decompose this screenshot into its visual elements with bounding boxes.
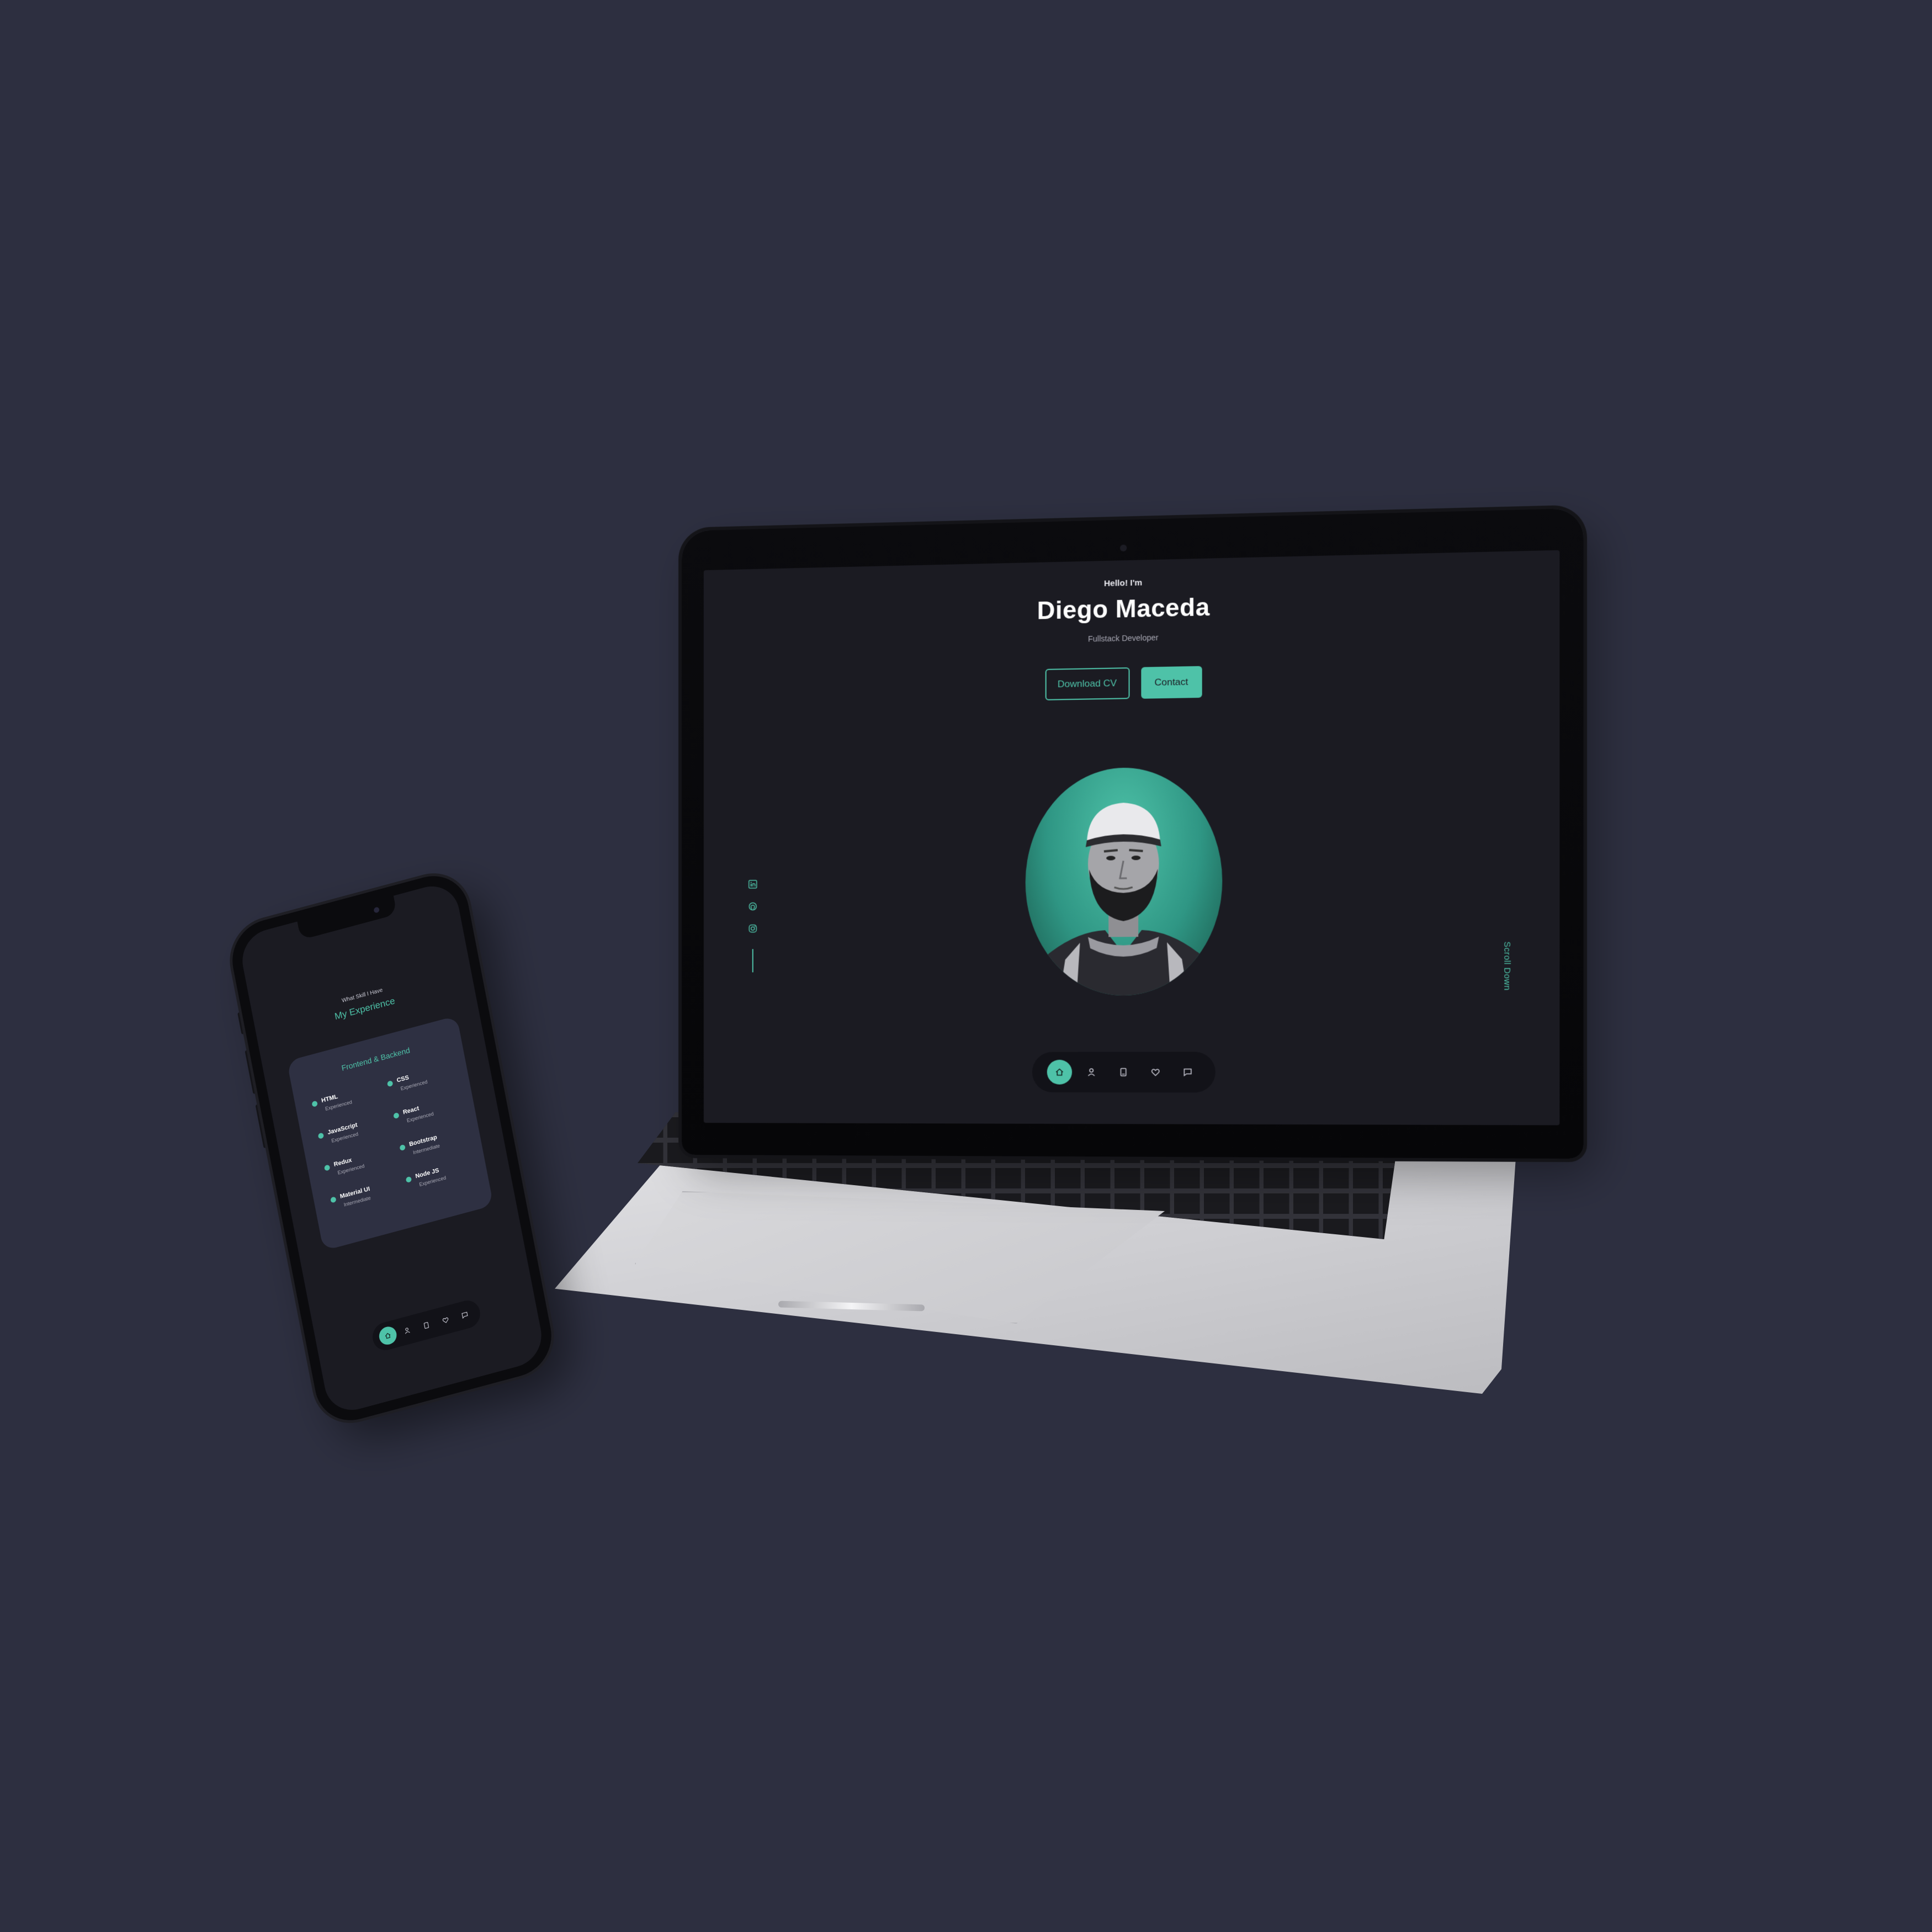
check-icon [399, 1144, 406, 1151]
skill-item: Node JS Experienced [405, 1158, 476, 1190]
camera-icon [1119, 544, 1127, 552]
message-icon[interactable] [455, 1304, 475, 1326]
social-links [748, 879, 758, 973]
skill-item: CSS Experienced [386, 1062, 457, 1095]
message-icon[interactable] [1175, 1060, 1200, 1085]
avatar [1025, 766, 1222, 996]
check-icon [323, 1164, 331, 1171]
heart-icon[interactable] [436, 1309, 456, 1331]
skill-item: HTML Experienced [311, 1082, 382, 1114]
phone-bottom-nav [370, 1297, 482, 1354]
social-divider [752, 949, 753, 973]
contact-button[interactable]: Contact [1140, 666, 1202, 699]
book-icon[interactable] [1111, 1060, 1136, 1085]
hero-section: Hello! I'm Diego Maceda Fullstack Develo… [704, 550, 1560, 1126]
check-icon [311, 1100, 318, 1107]
laptop-screen: Hello! I'm Diego Maceda Fullstack Develo… [703, 550, 1560, 1126]
user-icon[interactable] [397, 1319, 417, 1341]
home-icon[interactable] [1047, 1059, 1072, 1085]
home-icon[interactable] [378, 1324, 399, 1347]
skill-item: Bootstrap Intermediate [399, 1126, 470, 1158]
instagram-icon[interactable] [748, 923, 758, 933]
user-icon[interactable] [1079, 1060, 1103, 1085]
check-icon [330, 1196, 337, 1203]
check-icon [317, 1132, 325, 1139]
bottom-nav [1032, 1052, 1216, 1093]
check-icon [393, 1112, 400, 1119]
experience-subtitle: What Skill I Have [341, 987, 384, 1004]
laptop-lid: Hello! I'm Diego Maceda Fullstack Develo… [682, 508, 1584, 1159]
skill-item: Material UI Intermediate [330, 1178, 401, 1211]
skills-card: Frontend & Backend HTML Experienced CSS Ex… [286, 1015, 494, 1251]
download-cv-button[interactable]: Download CV [1045, 667, 1130, 700]
hero-buttons: Download CV Contact [704, 660, 1560, 707]
phone-device: What Skill I Have My Experience Frontend… [226, 867, 558, 1429]
heart-icon[interactable] [1143, 1060, 1168, 1085]
github-icon[interactable] [748, 901, 758, 911]
skills-grid: HTML Experienced CSS Experienced JavaScrip… [311, 1062, 476, 1211]
check-icon [386, 1080, 394, 1087]
scroll-down-link[interactable]: Scroll Down [1502, 942, 1512, 991]
book-icon[interactable] [416, 1314, 437, 1336]
skill-item: React Experienced [393, 1094, 464, 1127]
skill-item: Redux Experienced [323, 1146, 394, 1179]
linkedin-icon[interactable] [748, 879, 758, 889]
phone-screen: What Skill I Have My Experience Frontend… [237, 879, 546, 1417]
portrait-image [1036, 802, 1211, 996]
skill-item: JavaScript Experienced [317, 1114, 388, 1147]
check-icon [405, 1176, 412, 1183]
